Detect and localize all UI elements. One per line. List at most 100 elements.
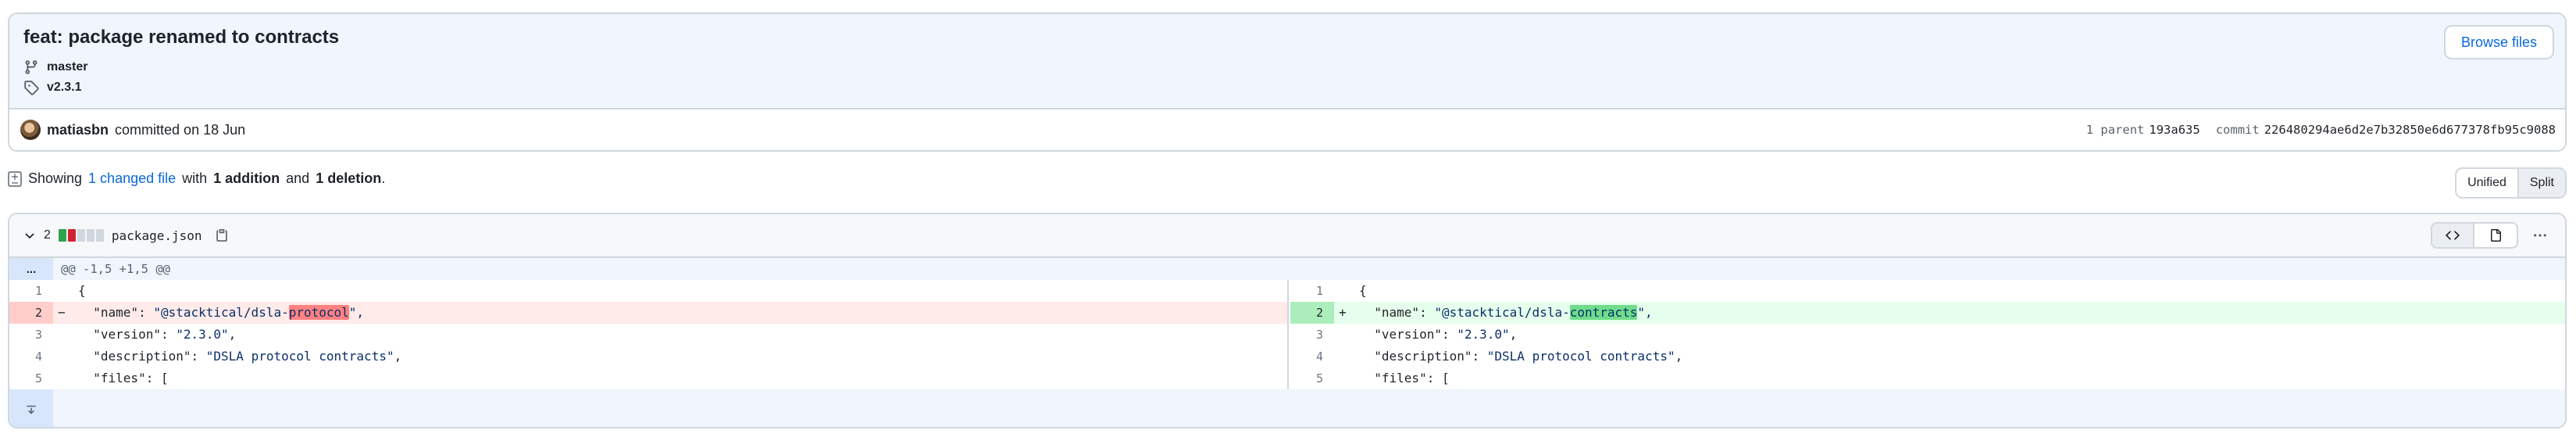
commit-header: feat: package renamed to contracts maste…	[8, 13, 2567, 152]
line-number[interactable]: 3	[1290, 324, 1334, 346]
commit-header-top: feat: package renamed to contracts maste…	[9, 14, 2565, 109]
line-number[interactable]: 3	[9, 324, 53, 346]
code-text: "name": "@stacktical/dsla-contracts",	[1359, 302, 1653, 324]
diff-sign: −	[58, 305, 66, 320]
code-text: "files": [	[78, 368, 169, 389]
parent-label: 1 parent	[2085, 123, 2145, 137]
file-header-left: 2 package.json	[23, 214, 229, 256]
author-name[interactable]: matiasbn	[47, 122, 109, 138]
summary-end: .	[381, 170, 386, 186]
diff-view-toggle: Unified Split	[2455, 167, 2567, 199]
summary-with: with	[182, 170, 208, 186]
diff-right-side: 1{2 + "name": "@stacktical/dsla-contracts…	[1290, 280, 2565, 389]
code-string: "2.3.0"	[1457, 327, 1510, 342]
additions-count: 1 addition	[213, 170, 280, 186]
commit-hashes: 1 parent 193a635 commit 226480294ae6d2e7…	[2086, 123, 2556, 137]
line-number[interactable]: 5	[9, 368, 53, 389]
code-segment: "description":	[78, 349, 206, 364]
code-text: {	[1359, 280, 1367, 302]
summary-and: and	[286, 170, 310, 186]
diff-line: 4 "description": "DSLA protocol contract…	[1290, 346, 2565, 368]
commit-author-row: matiasbn committed on 18 Jun 1 parent 19…	[9, 111, 2565, 150]
diffstat-del-block	[67, 229, 76, 242]
diffstat-neutral-block	[77, 229, 85, 242]
line-number[interactable]: 1	[9, 280, 53, 302]
file-icon	[2491, 229, 2501, 242]
kebab-horizontal-icon	[2534, 234, 2546, 237]
diff-line: 4 "description": "DSLA protocol contract…	[9, 346, 1287, 368]
deletions-count: 1 deletion	[316, 170, 382, 186]
branch-name[interactable]: master	[47, 60, 87, 74]
code-text: "files": [	[1359, 368, 1450, 389]
code-segment: ,	[1675, 349, 1683, 364]
file-diff-icon	[8, 170, 22, 187]
tag-icon	[24, 81, 39, 95]
code-highlight: contracts	[1569, 305, 1638, 320]
expand-hunk-button[interactable]: ...	[9, 258, 53, 280]
code-string: "2.3.0"	[176, 327, 229, 342]
diff-line: 3 "version": "2.3.0",	[9, 324, 1287, 346]
code-segment: {	[1359, 283, 1367, 298]
code-segment: ,	[394, 349, 402, 364]
diffstat	[58, 229, 104, 242]
changed-files-link[interactable]: 1 changed file	[88, 170, 176, 187]
file-view-button[interactable]	[2474, 224, 2517, 247]
diff-line: 2− "name": "@stacktical/dsla-protocol",	[9, 302, 1287, 324]
code-string: "DSLA protocol contracts"	[1486, 349, 1675, 364]
commit-title: feat: package renamed to contracts	[23, 27, 340, 48]
code-view-button[interactable]	[2432, 224, 2474, 247]
line-number[interactable]: 4	[1290, 346, 1334, 368]
diff-line: 1{	[1290, 280, 2565, 302]
code-segment: "files": [	[1359, 371, 1450, 385]
tag-name[interactable]: v2.3.1	[47, 81, 81, 95]
code-text: {	[78, 280, 86, 302]
line-number[interactable]: 2	[9, 302, 53, 324]
diff-line: 1{	[9, 280, 1287, 302]
code-text: "description": "DSLA protocol contracts"…	[1359, 346, 1682, 368]
line-number[interactable]: 5	[1290, 368, 1334, 389]
code-segment: "version":	[78, 327, 177, 342]
file-name[interactable]: package.json	[112, 228, 202, 243]
file-options-button[interactable]	[2524, 222, 2556, 249]
avatar[interactable]	[20, 120, 41, 140]
line-number[interactable]: 4	[9, 346, 53, 368]
diff-line: 3 "version": "2.3.0",	[1290, 324, 2565, 346]
unified-view-button[interactable]: Unified	[2456, 169, 2517, 197]
code-text: "version": "2.3.0",	[78, 324, 236, 346]
code-segment: ,	[228, 327, 237, 342]
unfold-down-icon	[27, 405, 36, 414]
file-header: 2 package.json	[9, 214, 2565, 258]
code-segment: "files": [	[78, 371, 169, 385]
code-string: "DSLA protocol contracts"	[205, 349, 394, 364]
code-segment: "name":	[1359, 305, 1435, 320]
file-view-toggle	[2431, 222, 2518, 249]
file-diff: 2 package.json ... @@ -1,5 +1,5 @@ 1 {2…	[8, 213, 2567, 428]
file-header-actions	[2431, 222, 2556, 249]
line-number[interactable]: 1	[1290, 280, 1334, 302]
code-text: "version": "2.3.0",	[1359, 324, 1517, 346]
tag-row[interactable]: v2.3.1	[23, 80, 81, 95]
split-view-button[interactable]: Split	[2517, 169, 2565, 197]
code-string: "@stacktical/dsla-	[1434, 305, 1570, 320]
line-number[interactable]: 2	[1290, 302, 1334, 324]
code-segment: "description":	[1359, 349, 1487, 364]
code-string: "@stacktical/dsla-	[153, 305, 289, 320]
expand-down-button[interactable]	[9, 389, 53, 427]
chevron-down-icon[interactable]	[23, 229, 36, 242]
copy-icon[interactable]	[215, 228, 229, 242]
code-segment: ,	[1509, 327, 1518, 342]
diff-sign: +	[1339, 305, 1347, 320]
code-text: "name": "@stacktical/dsla-protocol",	[78, 302, 364, 324]
branch-row[interactable]: master	[23, 59, 87, 75]
parent-hash-link[interactable]: 193a635	[2149, 123, 2200, 137]
code-highlight: protocol	[288, 305, 349, 320]
diff-line: 5 "files": [	[9, 368, 1287, 389]
change-count: 2	[44, 228, 51, 242]
diff-line: 2 + "name": "@stacktical/dsla-contracts",	[1290, 302, 2565, 324]
commit-label: commit	[2215, 123, 2260, 137]
expand-row	[9, 389, 2565, 427]
committed-date: committed on 18 Jun	[115, 121, 246, 138]
diff-line: 5 "files": [	[1290, 368, 2565, 389]
code-segment: ",	[348, 305, 365, 320]
browse-files-button[interactable]: Browse files	[2443, 25, 2554, 59]
